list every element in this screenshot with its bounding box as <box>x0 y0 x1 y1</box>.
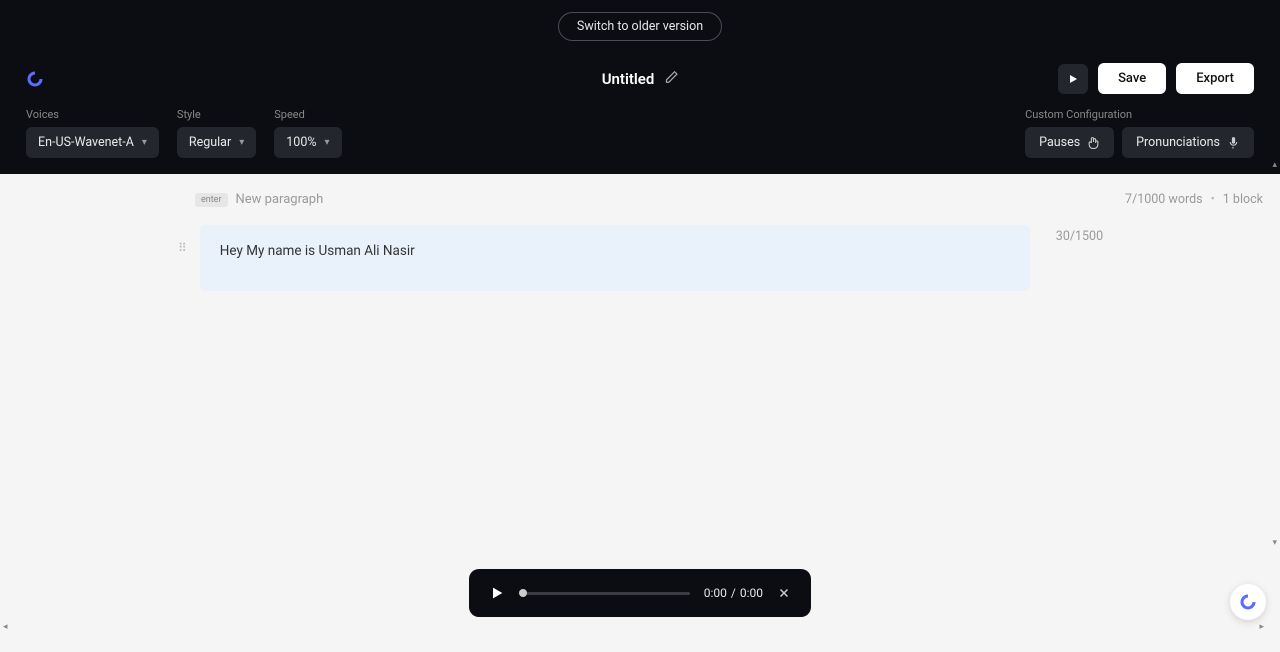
chevron-down-icon: ▾ <box>239 137 244 148</box>
scroll-down-caret[interactable]: ▾ <box>1272 538 1277 548</box>
text-block[interactable]: Hey My name is Usman Ali Nasir <box>200 225 1030 291</box>
pronunciations-label: Pronunciations <box>1136 135 1220 150</box>
drag-handle-icon[interactable]: ⠿ <box>178 225 188 255</box>
stat-separator: • <box>1211 192 1215 207</box>
play-icon <box>489 585 505 601</box>
custom-config-label: Custom Configuration <box>1025 108 1132 121</box>
help-fab[interactable] <box>1230 584 1266 620</box>
switch-version-button[interactable]: Switch to older version <box>558 12 722 41</box>
enter-key-badge: enter <box>195 193 228 207</box>
top-banner: Switch to older version <box>0 0 1280 53</box>
chevron-down-icon: ▾ <box>325 137 330 148</box>
current-time: 0:00 <box>704 586 727 600</box>
hand-icon <box>1087 136 1100 149</box>
edit-title-icon[interactable] <box>664 69 678 88</box>
audio-close-button[interactable] <box>777 586 791 600</box>
audio-play-button[interactable] <box>489 585 505 601</box>
word-count: 7/1000 words <box>1125 192 1203 207</box>
hint-row: enter New paragraph 7/1000 words • 1 blo… <box>195 192 1263 207</box>
app-icon <box>1239 593 1257 611</box>
scroll-right-caret[interactable]: ▸ <box>1259 622 1264 632</box>
export-button[interactable]: Export <box>1176 63 1254 94</box>
play-all-button[interactable] <box>1058 64 1088 94</box>
app-logo[interactable] <box>26 70 44 88</box>
text-block-row: ⠿ Hey My name is Usman Ali Nasir 30/1500 <box>195 225 1263 291</box>
voices-label: Voices <box>26 108 159 121</box>
audio-player: 0:00 / 0:00 <box>469 569 811 617</box>
voices-value: En-US-Wavenet-A <box>38 135 134 150</box>
speed-value: 100% <box>286 135 316 150</box>
speed-dropdown[interactable]: 100% ▾ <box>274 127 341 158</box>
play-icon <box>1067 73 1079 85</box>
main-header: Untitled Save Export <box>0 53 1280 108</box>
close-icon <box>777 586 791 600</box>
config-row: Voices En-US-Wavenet-A ▾ Style Regular ▾… <box>0 108 1280 174</box>
pronunciations-button[interactable]: Pronunciations <box>1122 127 1254 158</box>
style-label: Style <box>177 108 256 121</box>
chevron-down-icon: ▾ <box>142 137 147 148</box>
pauses-button[interactable]: Pauses <box>1025 127 1114 158</box>
voices-dropdown[interactable]: En-US-Wavenet-A ▾ <box>26 127 159 158</box>
mic-icon <box>1227 136 1240 149</box>
progress-track[interactable] <box>519 592 690 595</box>
save-button[interactable]: Save <box>1098 63 1166 94</box>
time-separator: / <box>731 586 736 600</box>
new-paragraph-hint: New paragraph <box>236 192 324 207</box>
char-count: 30/1500 <box>1056 225 1103 244</box>
style-value: Regular <box>189 135 231 150</box>
progress-thumb[interactable] <box>519 589 527 597</box>
style-dropdown[interactable]: Regular ▾ <box>177 127 256 158</box>
total-time: 0:00 <box>740 586 763 600</box>
speed-label: Speed <box>274 108 341 121</box>
pauses-label: Pauses <box>1039 135 1080 150</box>
scroll-up-caret[interactable]: ▴ <box>1272 160 1277 170</box>
scroll-left-caret[interactable]: ◂ <box>3 622 8 632</box>
block-count: 1 block <box>1223 192 1263 207</box>
document-title: Untitled <box>602 70 655 88</box>
